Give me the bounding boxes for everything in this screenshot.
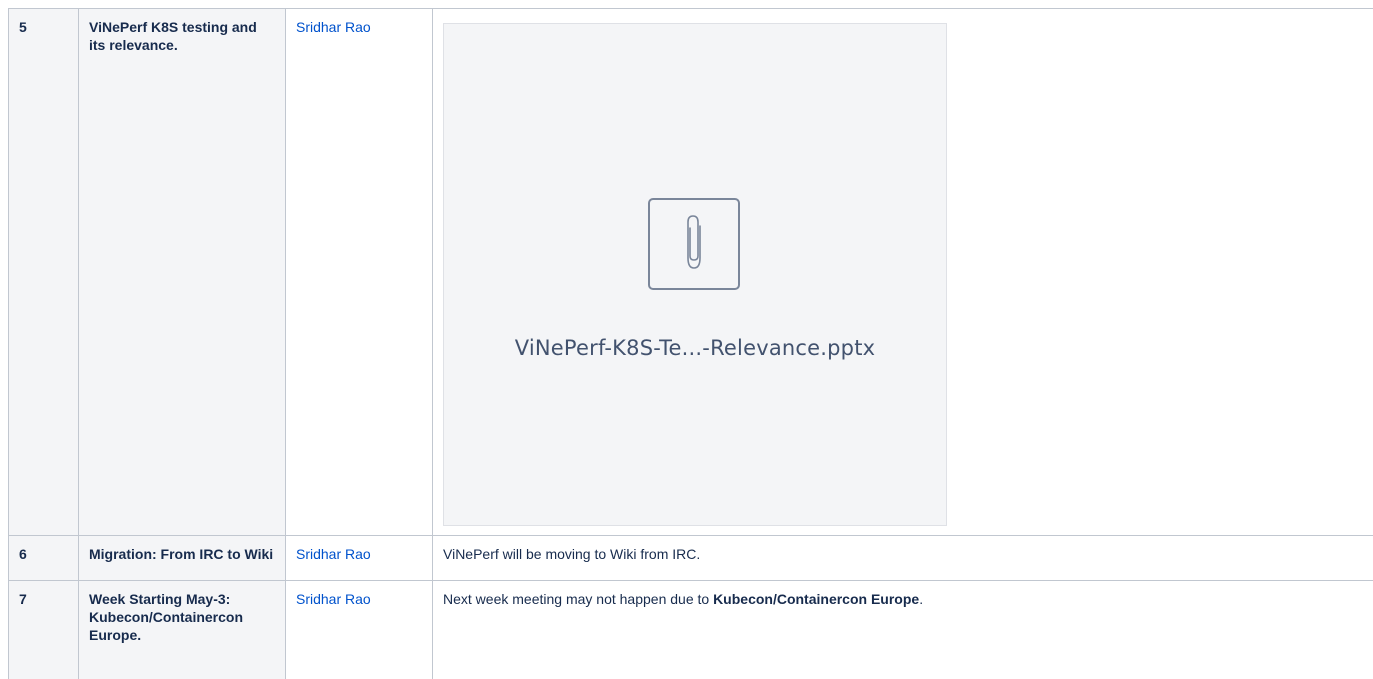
attachment-preview[interactable]: ViNePerf-K8S-Te...-Relevance.pptx bbox=[443, 23, 947, 526]
notes-text: Next week meeting may not happen due to bbox=[443, 591, 714, 607]
attachment-file-name: ViNePerf-K8S-Te...-Relevance.pptx bbox=[514, 336, 876, 360]
notes-emphasis: Kubecon/Containercon Europe bbox=[713, 591, 920, 607]
item-owner-cell: Sridhar Rao bbox=[285, 8, 433, 536]
table-row: 6 Migration: From IRC to Wiki Sridhar Ra… bbox=[8, 535, 1373, 581]
item-topic: Week Starting May-3: Kubecon/Containerco… bbox=[78, 580, 286, 679]
item-owner-cell: Sridhar Rao bbox=[285, 535, 433, 581]
item-notes: ViNePerf-K8S-Te...-Relevance.pptx bbox=[432, 8, 1373, 536]
meeting-notes-page: 5 ViNePerf K8S testing and its relevance… bbox=[0, 0, 1373, 679]
owner-link[interactable]: Sridhar Rao bbox=[296, 19, 371, 35]
item-owner-cell: Sridhar Rao bbox=[285, 580, 433, 679]
item-number: 5 bbox=[8, 8, 79, 536]
owner-link[interactable]: Sridhar Rao bbox=[296, 546, 371, 562]
item-notes: ViNePerf will be moving to Wiki from IRC… bbox=[432, 535, 1373, 581]
paperclip-icon bbox=[648, 198, 740, 290]
table-row: 5 ViNePerf K8S testing and its relevance… bbox=[8, 8, 1373, 536]
item-number: 7 bbox=[8, 580, 79, 679]
notes-text-end: . bbox=[919, 591, 924, 607]
table-row: 7 Week Starting May-3: Kubecon/Container… bbox=[8, 580, 1373, 679]
owner-link[interactable]: Sridhar Rao bbox=[296, 591, 371, 607]
item-notes: Next week meeting may not happen due to … bbox=[432, 580, 1373, 679]
item-topic: ViNePerf K8S testing and its relevance. bbox=[78, 8, 286, 536]
item-number: 6 bbox=[8, 535, 79, 581]
discussion-items-table: 5 ViNePerf K8S testing and its relevance… bbox=[8, 8, 1373, 679]
item-topic: Migration: From IRC to Wiki bbox=[78, 535, 286, 581]
